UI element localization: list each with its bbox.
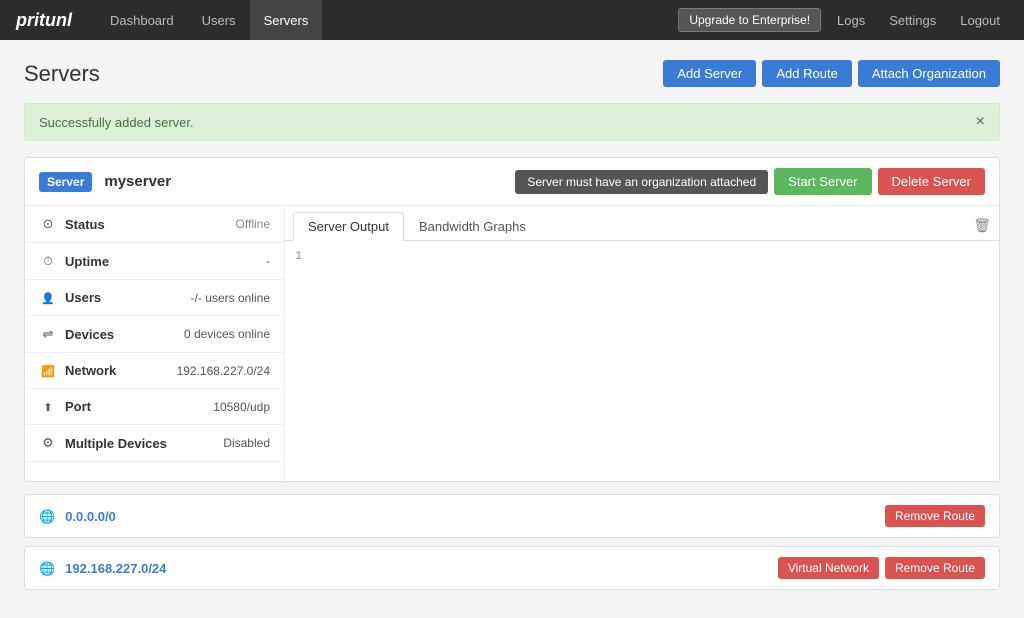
users-value: -/- users online — [191, 291, 270, 305]
route-buttons-0: Remove Route — [885, 505, 985, 527]
devices-value: 0 devices online — [184, 327, 270, 341]
add-route-button[interactable]: Add Route — [762, 60, 851, 87]
status-label: Status — [65, 217, 228, 232]
tab-bandwidth-graphs[interactable]: Bandwidth Graphs — [404, 212, 541, 240]
status-icon — [39, 216, 57, 232]
stat-port: Port 10580/udp — [25, 389, 284, 425]
server-header-buttons: Server must have an organization attache… — [515, 168, 985, 195]
multiple-devices-value: Disabled — [223, 436, 270, 450]
navbar-right: Upgrade to Enterprise! Logs Settings Log… — [678, 8, 1008, 32]
tab-server-output[interactable]: Server Output — [293, 212, 404, 241]
uptime-icon — [39, 253, 57, 269]
tabs-left: Server Output Bandwidth Graphs — [293, 212, 541, 240]
attach-organization-button[interactable]: Attach Organization — [858, 60, 1000, 87]
devices-label: Devices — [65, 327, 176, 342]
delete-server-button[interactable]: Delete Server — [878, 168, 985, 195]
server-badge: Server — [39, 172, 92, 192]
port-icon — [39, 399, 57, 414]
users-icon — [39, 290, 57, 305]
route-name-1: 192.168.227.0/24 — [65, 561, 768, 576]
network-value: 192.168.227.0/24 — [177, 364, 270, 378]
remove-route-0-button[interactable]: Remove Route — [885, 505, 985, 527]
network-label: Network — [65, 363, 169, 378]
navbar: pritunl Dashboard Users Servers Upgrade … — [0, 0, 1024, 40]
status-value: Offline — [236, 217, 270, 231]
route-row-1: 192.168.227.0/24 Virtual Network Remove … — [24, 546, 1000, 590]
server-stats-panel: Status Offline Uptime - Users -/- users … — [25, 206, 285, 481]
nav-settings[interactable]: Settings — [881, 13, 944, 28]
stat-status: Status Offline — [25, 206, 284, 243]
remove-route-1-button[interactable]: Remove Route — [885, 557, 985, 579]
nav-dashboard[interactable]: Dashboard — [96, 0, 188, 40]
header-buttons: Add Server Add Route Attach Organization — [663, 60, 1000, 87]
port-value: 10580/udp — [213, 400, 270, 414]
page-title: Servers — [24, 61, 100, 87]
uptime-value: - — [266, 254, 270, 268]
stat-devices: Devices 0 devices online — [25, 316, 284, 353]
success-alert: Successfully added server. × — [24, 103, 1000, 141]
server-card-header: Server myserver Server must have an orga… — [25, 158, 999, 206]
alert-message: Successfully added server. — [39, 115, 194, 130]
devices-icon — [39, 326, 57, 342]
stat-multiple-devices: Multiple Devices Disabled — [25, 425, 284, 462]
globe-icon-1 — [39, 560, 55, 577]
page-content: Servers Add Server Add Route Attach Orga… — [0, 40, 1024, 618]
server-body: Status Offline Uptime - Users -/- users … — [25, 206, 999, 481]
nav-servers[interactable]: Servers — [250, 0, 323, 40]
nav-links: Dashboard Users Servers — [96, 0, 678, 40]
port-label: Port — [65, 399, 205, 414]
stat-uptime: Uptime - — [25, 243, 284, 280]
uptime-label: Uptime — [65, 254, 258, 269]
multiple-devices-icon — [39, 435, 57, 451]
trash-icon[interactable]: 🗑 — [973, 217, 991, 240]
stat-network: Network 192.168.227.0/24 — [25, 353, 284, 389]
nav-logs[interactable]: Logs — [829, 13, 873, 28]
server-output-panel: Server Output Bandwidth Graphs 🗑 1 — [285, 206, 999, 481]
route-buttons-1: Virtual Network Remove Route — [778, 557, 985, 579]
users-label: Users — [65, 290, 183, 305]
nav-logout[interactable]: Logout — [952, 13, 1008, 28]
tabs-bar: Server Output Bandwidth Graphs 🗑 — [285, 206, 999, 241]
alert-close-button[interactable]: × — [976, 114, 985, 130]
route-name-0: 0.0.0.0/0 — [65, 509, 875, 524]
nav-users[interactable]: Users — [188, 0, 250, 40]
upgrade-button[interactable]: Upgrade to Enterprise! — [678, 8, 821, 32]
server-card: Server myserver Server must have an orga… — [24, 157, 1000, 482]
brand-logo: pritunl — [16, 10, 72, 31]
globe-icon-0 — [39, 508, 55, 525]
network-icon — [39, 363, 57, 378]
multiple-devices-label: Multiple Devices — [65, 436, 215, 451]
output-area: 1 — [285, 241, 999, 481]
virtual-network-1-button[interactable]: Virtual Network — [778, 557, 879, 579]
add-server-button[interactable]: Add Server — [663, 60, 756, 87]
page-header: Servers Add Server Add Route Attach Orga… — [24, 60, 1000, 87]
start-server-button[interactable]: Start Server — [774, 168, 871, 195]
server-status-hint: Server must have an organization attache… — [515, 170, 768, 194]
line-number: 1 — [295, 249, 302, 263]
stat-users: Users -/- users online — [25, 280, 284, 316]
route-row-0: 0.0.0.0/0 Remove Route — [24, 494, 1000, 538]
server-name: myserver — [104, 173, 503, 190]
